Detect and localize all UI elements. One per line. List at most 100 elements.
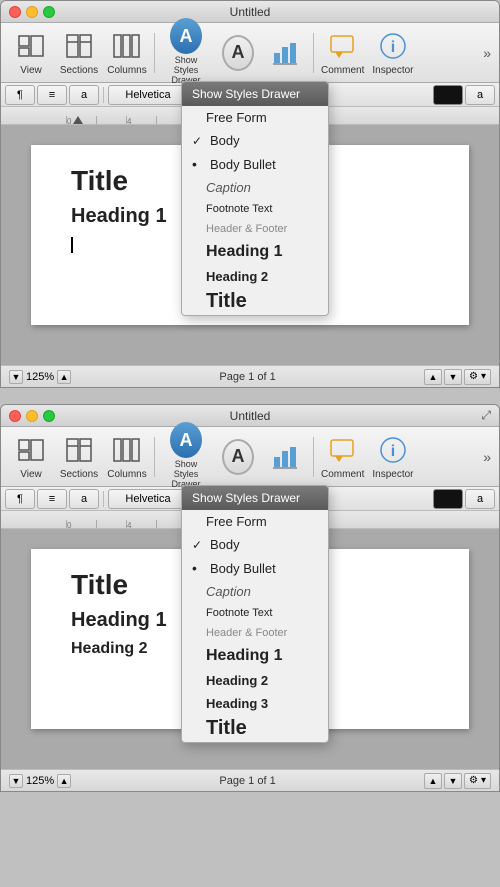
- color-box-2[interactable]: [433, 489, 463, 509]
- columns-button-1[interactable]: Columns: [103, 27, 151, 79]
- toolbar-sep2-2: [313, 437, 314, 477]
- inspector-button-2[interactable]: i Inspector: [368, 431, 417, 483]
- dropdown-footnote-1[interactable]: Footnote Text: [182, 199, 328, 219]
- view-button-1[interactable]: View: [7, 27, 55, 79]
- dropdown-body-2[interactable]: Body: [182, 533, 328, 556]
- settings-icon-1: ⚙: [469, 371, 478, 382]
- dropdown-heading1-1[interactable]: Heading 1: [182, 239, 328, 265]
- styles-btn2-1[interactable]: A: [214, 27, 262, 79]
- sections-button-2[interactable]: Sections: [55, 431, 103, 483]
- comment-button-1[interactable]: Comment: [317, 27, 368, 79]
- settings-btn-1[interactable]: ⚙ ▾: [464, 369, 491, 385]
- dropdown-hf-2[interactable]: Header & Footer: [182, 623, 328, 643]
- styles-drawer-icon-2: A: [170, 424, 202, 456]
- fmt-sep1-2: [103, 491, 104, 507]
- expand-btn-2[interactable]: »: [483, 449, 491, 465]
- nav-down-btn-1[interactable]: ▼: [444, 369, 462, 385]
- dropdown-heading2-1[interactable]: Heading 2: [182, 265, 328, 288]
- minimize-button-1[interactable]: [26, 6, 38, 18]
- dropdown-free-form-2[interactable]: Free Form: [182, 510, 328, 533]
- nav-controls-2: ▲ ▼ ⚙ ▾: [424, 773, 491, 789]
- styles-btn2-2[interactable]: A: [214, 431, 262, 483]
- zoom-up-btn-2[interactable]: ▲: [57, 774, 71, 788]
- nav-up-btn-1[interactable]: ▲: [424, 369, 442, 385]
- align-btn-2[interactable]: a: [69, 489, 99, 509]
- dropdown-body-bullet-2[interactable]: Body Bullet: [182, 556, 328, 580]
- sections-icon-2: [63, 434, 95, 466]
- settings-icon-2: ⚙: [469, 775, 478, 786]
- dropdown-title-1[interactable]: Title: [182, 288, 328, 315]
- dropdown-caption-1[interactable]: Caption: [182, 176, 328, 199]
- zoom-up-btn-1[interactable]: ▲: [57, 370, 71, 384]
- dropdown-heading2-2[interactable]: Heading 2: [182, 669, 328, 692]
- charts-icon-1: [270, 37, 302, 69]
- dropdown-caption-2[interactable]: Caption: [182, 580, 328, 603]
- title-bar-1: Untitled: [1, 1, 499, 23]
- settings-btn-2[interactable]: ⚙ ▾: [464, 773, 491, 789]
- zoom-down-btn-1[interactable]: ▼: [9, 370, 23, 384]
- list-style-btn-2[interactable]: ≡: [37, 489, 67, 509]
- dropdown-body-1[interactable]: Body: [182, 129, 328, 152]
- font-size-2[interactable]: a: [465, 489, 495, 509]
- close-button-2[interactable]: [9, 410, 21, 422]
- maximize-button-1[interactable]: [43, 6, 55, 18]
- comment-icon-2: [327, 434, 359, 466]
- paragraph-style-btn-2[interactable]: ¶: [5, 489, 35, 509]
- fmt-sep1-1: [103, 87, 104, 103]
- charts-icon-2: [270, 441, 302, 473]
- inspector-button-1[interactable]: i Inspector: [368, 27, 417, 79]
- view-button-2[interactable]: View: [7, 431, 55, 483]
- nav-up-btn-2[interactable]: ▲: [424, 773, 442, 789]
- dropdown-title-2[interactable]: Title: [182, 715, 328, 742]
- font-selector-1[interactable]: Helvetica: [108, 85, 188, 105]
- dropdown-free-form-1[interactable]: Free Form: [182, 106, 328, 129]
- zoom-down-btn-2[interactable]: ▼: [9, 774, 23, 788]
- toolbar-2: View Sections C: [1, 427, 499, 487]
- charts-button-1[interactable]: [262, 27, 310, 79]
- page-indicator-1: Page 1 of 1: [77, 371, 418, 383]
- dropdown-heading3-2[interactable]: Heading 3: [182, 692, 328, 715]
- maximize-button-2[interactable]: [43, 410, 55, 422]
- minimize-button-2[interactable]: [26, 410, 38, 422]
- sections-button-1[interactable]: Sections: [55, 27, 103, 79]
- styles2-icon-1: A: [222, 37, 254, 69]
- columns-button-2[interactable]: Columns: [103, 431, 151, 483]
- nav-controls-1: ▲ ▼ ⚙ ▾: [424, 369, 491, 385]
- svg-text:i: i: [391, 39, 395, 56]
- charts-button-2[interactable]: [262, 431, 310, 483]
- dropdown-hf-1[interactable]: Header & Footer: [182, 219, 328, 239]
- ruler-tick-2: [96, 116, 126, 124]
- dropdown-footnote-2[interactable]: Footnote Text: [182, 603, 328, 623]
- close-button-1[interactable]: [9, 6, 21, 18]
- title-bar-2: Untitled ⤢: [1, 405, 499, 427]
- columns-icon-2: [111, 434, 143, 466]
- comment-label-1: Comment: [321, 65, 364, 76]
- align-btn-1[interactable]: a: [69, 85, 99, 105]
- font-selector-2[interactable]: Helvetica: [108, 489, 188, 509]
- inspector-label-2: Inspector: [372, 469, 413, 480]
- columns-label-1: Columns: [107, 65, 146, 76]
- styles-drawer-button-1[interactable]: A Show Styles Drawer: [158, 27, 214, 79]
- columns-label-2: Columns: [107, 469, 146, 480]
- window-gap: [0, 396, 500, 404]
- comment-button-2[interactable]: Comment: [317, 431, 368, 483]
- list-style-btn-1[interactable]: ≡: [37, 85, 67, 105]
- status-bar-2: ▼ 125% ▲ Page 1 of 1 ▲ ▼ ⚙ ▾: [1, 769, 499, 791]
- color-box-1[interactable]: [433, 85, 463, 105]
- toolbar-sep-2: [154, 437, 155, 477]
- inspector-icon-1: i: [377, 30, 409, 62]
- styles2-icon-2: A: [222, 441, 254, 473]
- dropdown-header-1: Show Styles Drawer: [182, 82, 328, 106]
- fullscreen-btn-2[interactable]: ⤢: [481, 408, 491, 423]
- paragraph-style-btn-1[interactable]: ¶: [5, 85, 35, 105]
- zoom-control-1: ▼ 125% ▲: [9, 370, 71, 384]
- window-title-1: Untitled: [230, 5, 271, 19]
- window-2: Untitled ⤢ View: [0, 404, 500, 792]
- dropdown-heading1-2[interactable]: Heading 1: [182, 643, 328, 669]
- expand-btn-1[interactable]: »: [483, 45, 491, 61]
- dropdown-body-bullet-1[interactable]: Body Bullet: [182, 152, 328, 176]
- styles-drawer-button-2[interactable]: A Show Styles Drawer: [158, 431, 214, 483]
- font-size-1[interactable]: a: [465, 85, 495, 105]
- nav-down-btn-2[interactable]: ▼: [444, 773, 462, 789]
- comment-label-2: Comment: [321, 469, 364, 480]
